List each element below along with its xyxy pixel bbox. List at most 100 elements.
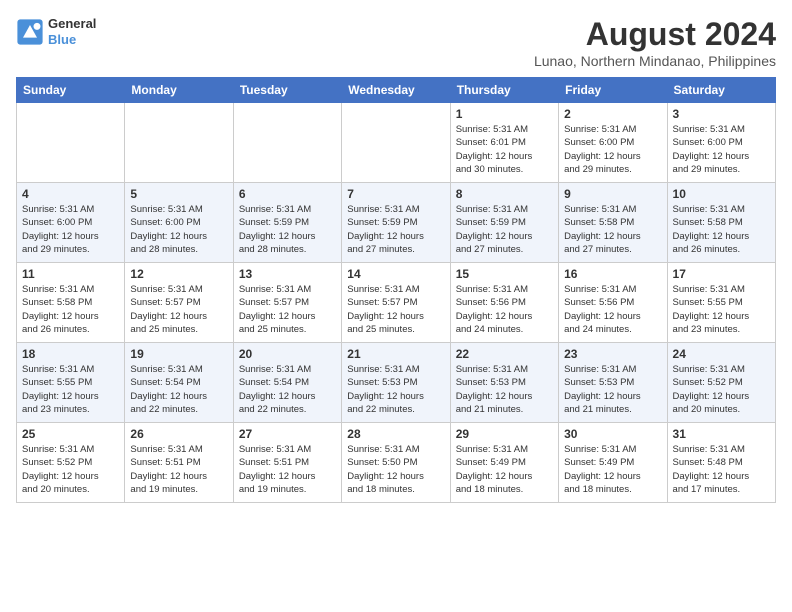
day-info: Sunrise: 5:31 AM Sunset: 5:58 PM Dayligh… [22, 283, 119, 336]
day-info: Sunrise: 5:31 AM Sunset: 5:59 PM Dayligh… [456, 203, 553, 256]
day-info: Sunrise: 5:31 AM Sunset: 6:00 PM Dayligh… [673, 123, 770, 176]
day-number: 10 [673, 187, 770, 201]
calendar-week-3: 11 Sunrise: 5:31 AM Sunset: 5:58 PM Dayli… [17, 263, 776, 343]
day-number: 15 [456, 267, 553, 281]
day-info: Sunrise: 5:31 AM Sunset: 5:54 PM Dayligh… [130, 363, 227, 416]
calendar-cell: 17 Sunrise: 5:31 AM Sunset: 5:55 PM Dayli… [667, 263, 775, 343]
day-info: Sunrise: 5:31 AM Sunset: 5:53 PM Dayligh… [456, 363, 553, 416]
day-info: Sunrise: 5:31 AM Sunset: 5:48 PM Dayligh… [673, 443, 770, 496]
calendar-cell [233, 103, 341, 183]
day-number: 7 [347, 187, 444, 201]
day-number: 31 [673, 427, 770, 441]
day-info: Sunrise: 5:31 AM Sunset: 5:54 PM Dayligh… [239, 363, 336, 416]
logo-icon [16, 18, 44, 46]
day-info: Sunrise: 5:31 AM Sunset: 5:49 PM Dayligh… [456, 443, 553, 496]
day-number: 3 [673, 107, 770, 121]
day-info: Sunrise: 5:31 AM Sunset: 5:51 PM Dayligh… [130, 443, 227, 496]
day-number: 4 [22, 187, 119, 201]
calendar-week-2: 4 Sunrise: 5:31 AM Sunset: 6:00 PM Daylig… [17, 183, 776, 263]
day-header-saturday: Saturday [667, 78, 775, 103]
calendar-cell: 23 Sunrise: 5:31 AM Sunset: 5:53 PM Dayli… [559, 343, 667, 423]
day-info: Sunrise: 5:31 AM Sunset: 5:53 PM Dayligh… [564, 363, 661, 416]
day-info: Sunrise: 5:31 AM Sunset: 5:51 PM Dayligh… [239, 443, 336, 496]
day-info: Sunrise: 5:31 AM Sunset: 5:57 PM Dayligh… [130, 283, 227, 336]
calendar-cell: 1Sunrise: 5:31 AM Sunset: 6:01 PM Daylig… [450, 103, 558, 183]
day-info: Sunrise: 5:31 AM Sunset: 5:56 PM Dayligh… [564, 283, 661, 336]
day-number: 29 [456, 427, 553, 441]
day-info: Sunrise: 5:31 AM Sunset: 6:01 PM Dayligh… [456, 123, 553, 176]
day-number: 30 [564, 427, 661, 441]
calendar-cell: 28 Sunrise: 5:31 AM Sunset: 5:50 PM Dayli… [342, 423, 450, 503]
day-number: 19 [130, 347, 227, 361]
day-number: 8 [456, 187, 553, 201]
calendar-cell: 9 Sunrise: 5:31 AM Sunset: 5:58 PM Daylig… [559, 183, 667, 263]
day-info: Sunrise: 5:31 AM Sunset: 5:57 PM Dayligh… [239, 283, 336, 336]
day-number: 5 [130, 187, 227, 201]
calendar-cell: 25Sunrise: 5:31 AM Sunset: 5:52 PM Dayli… [17, 423, 125, 503]
calendar-cell: 3 Sunrise: 5:31 AM Sunset: 6:00 PM Daylig… [667, 103, 775, 183]
day-header-tuesday: Tuesday [233, 78, 341, 103]
calendar-week-4: 18 Sunrise: 5:31 AM Sunset: 5:55 PM Dayli… [17, 343, 776, 423]
calendar-cell: 20 Sunrise: 5:31 AM Sunset: 5:54 PM Dayli… [233, 343, 341, 423]
calendar-cell: 30 Sunrise: 5:31 AM Sunset: 5:49 PM Dayli… [559, 423, 667, 503]
day-number: 20 [239, 347, 336, 361]
day-number: 25 [22, 427, 119, 441]
calendar-header-row: SundayMondayTuesdayWednesdayThursdayFrid… [17, 78, 776, 103]
calendar-cell: 8 Sunrise: 5:31 AM Sunset: 5:59 PM Daylig… [450, 183, 558, 263]
day-number: 2 [564, 107, 661, 121]
day-header-monday: Monday [125, 78, 233, 103]
day-number: 24 [673, 347, 770, 361]
day-info: Sunrise: 5:31 AM Sunset: 5:52 PM Dayligh… [673, 363, 770, 416]
calendar-cell: 12Sunrise: 5:31 AM Sunset: 5:57 PM Dayli… [125, 263, 233, 343]
day-info: Sunrise: 5:31 AM Sunset: 5:58 PM Dayligh… [564, 203, 661, 256]
day-info: Sunrise: 5:31 AM Sunset: 6:00 PM Dayligh… [564, 123, 661, 176]
day-number: 14 [347, 267, 444, 281]
day-info: Sunrise: 5:31 AM Sunset: 5:59 PM Dayligh… [239, 203, 336, 256]
day-number: 11 [22, 267, 119, 281]
calendar-table: SundayMondayTuesdayWednesdayThursdayFrid… [16, 77, 776, 503]
day-info: Sunrise: 5:31 AM Sunset: 6:00 PM Dayligh… [22, 203, 119, 256]
calendar-cell: 18 Sunrise: 5:31 AM Sunset: 5:55 PM Dayli… [17, 343, 125, 423]
day-number: 17 [673, 267, 770, 281]
day-info: Sunrise: 5:31 AM Sunset: 5:56 PM Dayligh… [456, 283, 553, 336]
calendar-cell [342, 103, 450, 183]
calendar-cell: 29 Sunrise: 5:31 AM Sunset: 5:49 PM Dayli… [450, 423, 558, 503]
calendar-cell [125, 103, 233, 183]
calendar-cell: 31 Sunrise: 5:31 AM Sunset: 5:48 PM Dayli… [667, 423, 775, 503]
day-number: 28 [347, 427, 444, 441]
day-number: 27 [239, 427, 336, 441]
day-info: Sunrise: 5:31 AM Sunset: 5:53 PM Dayligh… [347, 363, 444, 416]
day-info: Sunrise: 5:31 AM Sunset: 5:50 PM Dayligh… [347, 443, 444, 496]
calendar-cell: 19 Sunrise: 5:31 AM Sunset: 5:54 PM Dayli… [125, 343, 233, 423]
day-info: Sunrise: 5:31 AM Sunset: 5:55 PM Dayligh… [673, 283, 770, 336]
calendar-cell: 15 Sunrise: 5:31 AM Sunset: 5:56 PM Dayli… [450, 263, 558, 343]
logo: General Blue [16, 16, 96, 47]
day-info: Sunrise: 5:31 AM Sunset: 5:57 PM Dayligh… [347, 283, 444, 336]
calendar-cell: 14 Sunrise: 5:31 AM Sunset: 5:57 PM Dayli… [342, 263, 450, 343]
calendar-cell: 21Sunrise: 5:31 AM Sunset: 5:53 PM Dayli… [342, 343, 450, 423]
day-number: 13 [239, 267, 336, 281]
calendar-cell: 11 Sunrise: 5:31 AM Sunset: 5:58 PM Dayli… [17, 263, 125, 343]
day-info: Sunrise: 5:31 AM Sunset: 5:49 PM Dayligh… [564, 443, 661, 496]
calendar-body: 1Sunrise: 5:31 AM Sunset: 6:01 PM Daylig… [17, 103, 776, 503]
day-number: 26 [130, 427, 227, 441]
month-year: August 2024 [534, 16, 776, 53]
calendar-cell: 4 Sunrise: 5:31 AM Sunset: 6:00 PM Daylig… [17, 183, 125, 263]
calendar-cell: 6Sunrise: 5:31 AM Sunset: 5:59 PM Daylig… [233, 183, 341, 263]
calendar-cell: 2 Sunrise: 5:31 AM Sunset: 6:00 PM Daylig… [559, 103, 667, 183]
calendar-cell: 13 Sunrise: 5:31 AM Sunset: 5:57 PM Dayli… [233, 263, 341, 343]
day-number: 18 [22, 347, 119, 361]
calendar-week-1: 1Sunrise: 5:31 AM Sunset: 6:01 PM Daylig… [17, 103, 776, 183]
title-area: August 2024 Lunao, Northern Mindanao, Ph… [534, 16, 776, 69]
day-number: 16 [564, 267, 661, 281]
day-info: Sunrise: 5:31 AM Sunset: 5:59 PM Dayligh… [347, 203, 444, 256]
calendar-cell: 7 Sunrise: 5:31 AM Sunset: 5:59 PM Daylig… [342, 183, 450, 263]
calendar-cell [17, 103, 125, 183]
day-header-friday: Friday [559, 78, 667, 103]
calendar-cell: 5Sunrise: 5:31 AM Sunset: 6:00 PM Daylig… [125, 183, 233, 263]
day-header-sunday: Sunday [17, 78, 125, 103]
day-info: Sunrise: 5:31 AM Sunset: 5:55 PM Dayligh… [22, 363, 119, 416]
header: General Blue August 2024 Lunao, Northern… [16, 16, 776, 69]
day-number: 23 [564, 347, 661, 361]
day-number: 9 [564, 187, 661, 201]
